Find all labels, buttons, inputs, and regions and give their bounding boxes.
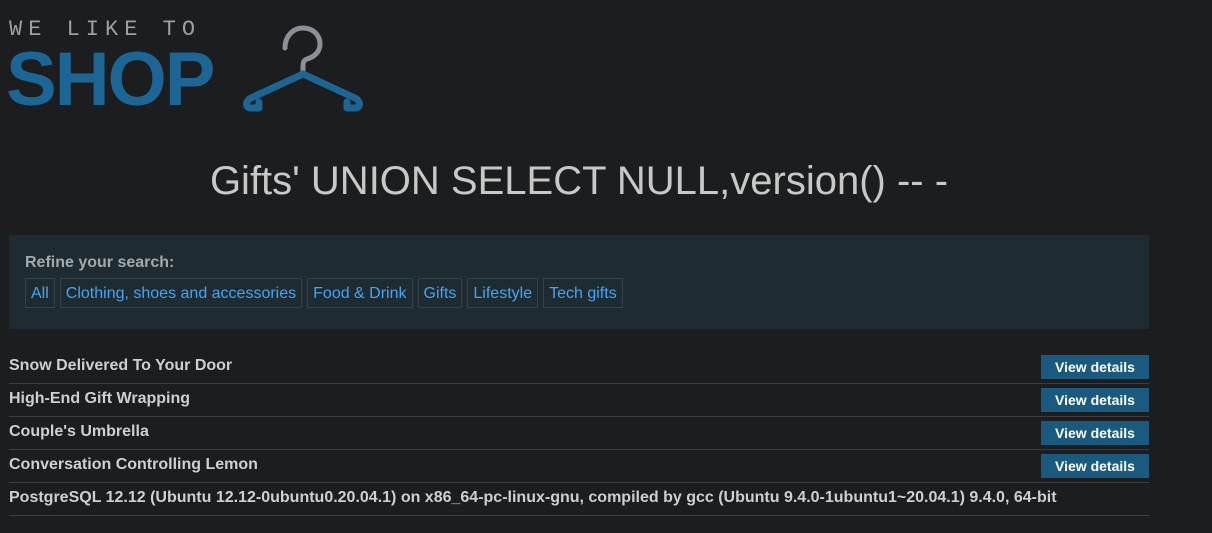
- filter-link-clothing[interactable]: Clothing, shoes and accessories: [59, 278, 303, 308]
- filter-link-lifestyle[interactable]: Lifestyle: [467, 278, 539, 308]
- view-details-button[interactable]: View details: [1041, 388, 1149, 412]
- table-row-version: PostgreSQL 12.12 (Ubuntu 12.12-0ubuntu0.…: [9, 483, 1149, 516]
- hanger-icon: [243, 25, 363, 112]
- site-logo[interactable]: WE LIKE TO SHOP: [6, 18, 369, 122]
- filter-link-tech-gifts[interactable]: Tech gifts: [543, 278, 623, 308]
- filter-link-food-drink[interactable]: Food & Drink: [307, 278, 413, 308]
- table-row: High-End Gift Wrapping View details: [9, 384, 1149, 417]
- filter-panel: Refine your search: All Clothing, shoes …: [9, 235, 1149, 329]
- table-row: Snow Delivered To Your Door View details: [9, 351, 1149, 384]
- product-name: Couple's Umbrella: [9, 423, 149, 440]
- view-details-button[interactable]: View details: [1041, 355, 1149, 379]
- search-results-title: Gifts' UNION SELECT NULL,version() -- -: [209, 159, 949, 203]
- table-row: Conversation Controlling Lemon View deta…: [9, 450, 1149, 483]
- database-version-text: PostgreSQL 12.12 (Ubuntu 12.12-0ubuntu0.…: [9, 489, 1057, 506]
- product-table: Snow Delivered To Your Door View details…: [9, 351, 1149, 516]
- filter-list: All Clothing, shoes and accessories Food…: [25, 278, 623, 308]
- filter-link-gifts[interactable]: Gifts: [417, 278, 463, 308]
- table-row: Couple's Umbrella View details: [9, 417, 1149, 450]
- view-details-button[interactable]: View details: [1041, 454, 1149, 478]
- filter-label: Refine your search:: [25, 254, 175, 271]
- view-details-button[interactable]: View details: [1041, 421, 1149, 445]
- product-name: High-End Gift Wrapping: [9, 390, 191, 407]
- product-name: Snow Delivered To Your Door: [9, 357, 233, 374]
- filter-link-all[interactable]: All: [25, 278, 55, 308]
- product-name: Conversation Controlling Lemon: [9, 456, 258, 473]
- logo-wordmark: SHOP: [6, 37, 215, 122]
